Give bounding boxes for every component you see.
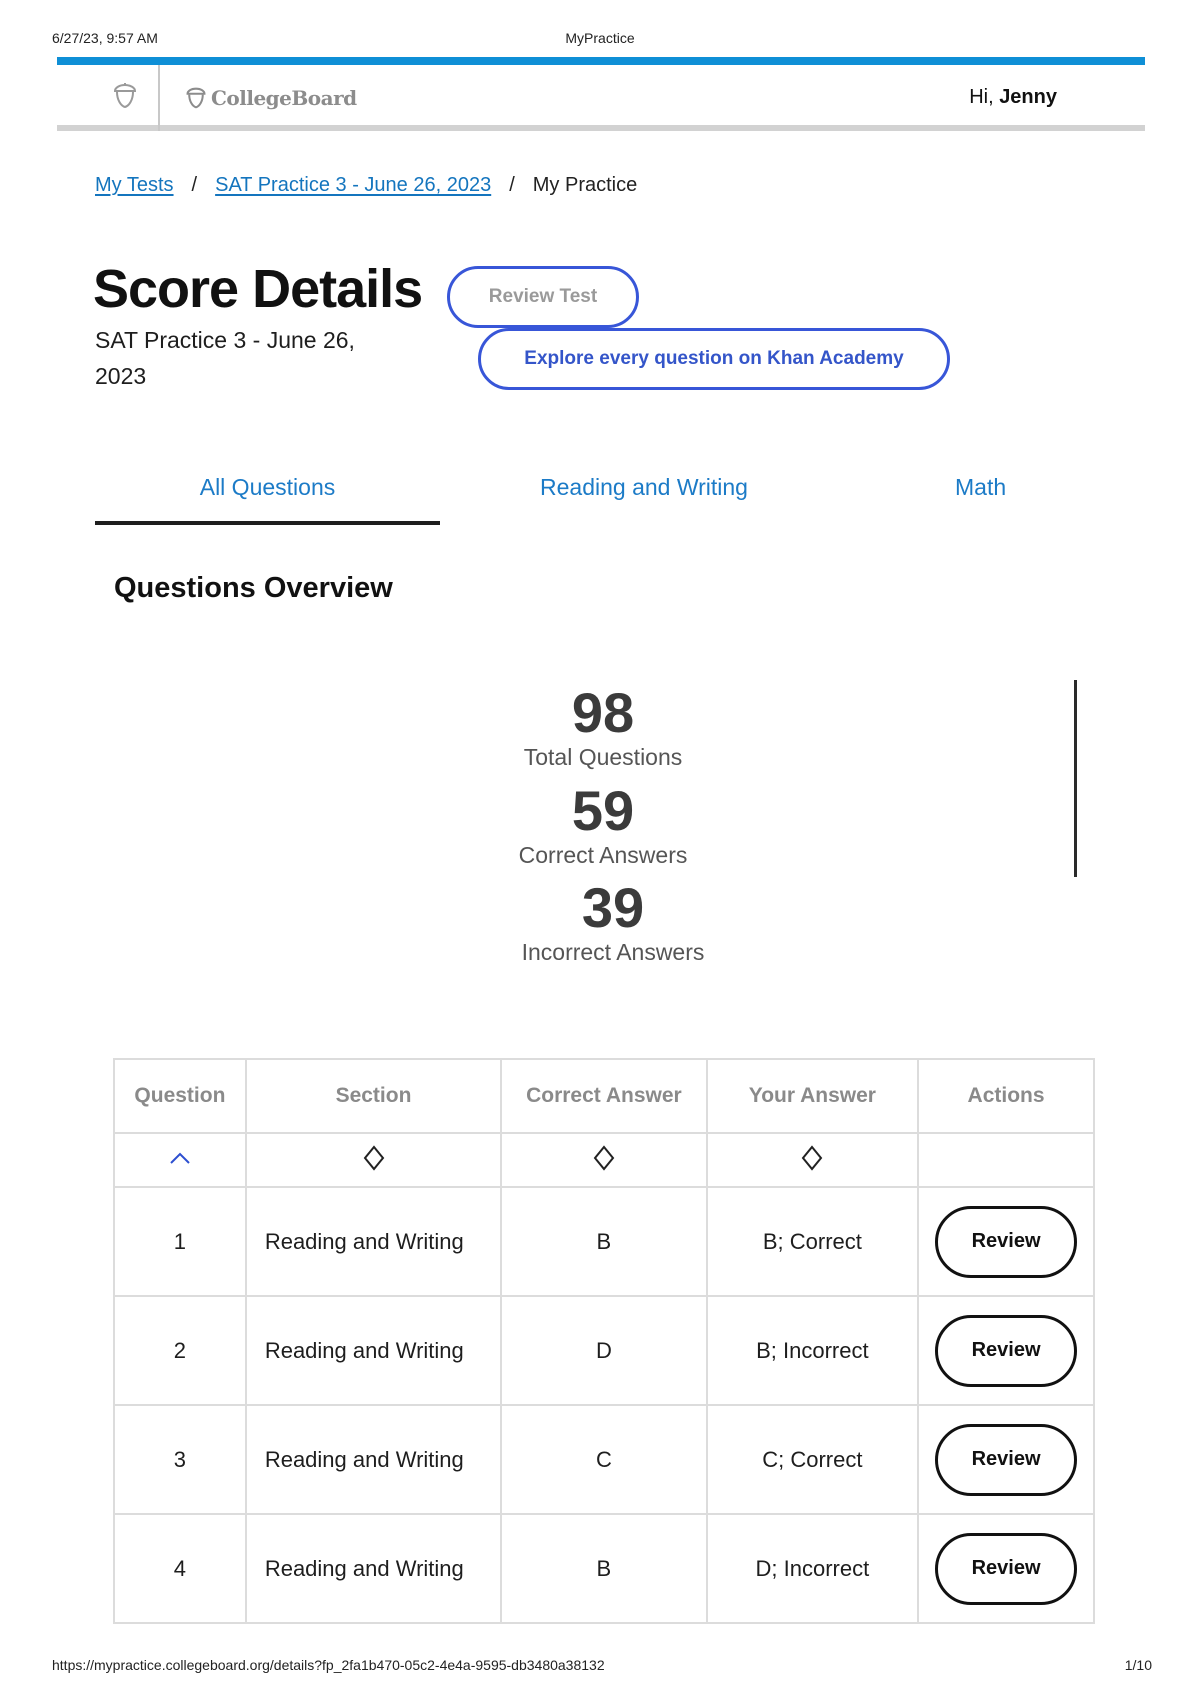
your-answer: B; Correct [705, 1186, 920, 1297]
stat-label: Correct Answers [518, 842, 688, 868]
column-header-section[interactable]: Section [244, 1058, 503, 1134]
actions-cell: Review [917, 1186, 1095, 1297]
questions-table: Question Section Correct Answer Your Ans… [113, 1058, 1095, 1624]
correct-answer: B [500, 1513, 708, 1624]
stat-value: 98 [571, 681, 635, 744]
stat-value: 39 [581, 876, 645, 939]
actions-cell: Review [917, 1513, 1095, 1624]
your-answer: B; Incorrect [705, 1295, 920, 1406]
question-section: Reading and Writing [244, 1295, 503, 1406]
breadcrumb-current: My Practice [532, 174, 638, 196]
question-section: Reading and Writing [244, 1186, 503, 1297]
khan-academy-button[interactable]: Explore every question on Khan Academy [478, 328, 950, 390]
sort-cell [500, 1132, 708, 1188]
sort-cell-empty [917, 1132, 1095, 1188]
collegeboard-logo[interactable]: CollegeBoard [185, 82, 357, 114]
sort-icon[interactable] [363, 1144, 385, 1176]
actions-cell: Review [917, 1404, 1095, 1515]
section-tabs: All Questions Reading and Writing Math [95, 474, 1125, 526]
page-subtitle: SAT Practice 3 - June 26, 2023 [95, 327, 355, 389]
sort-cell [244, 1132, 503, 1188]
acorn-icon [113, 83, 137, 109]
stat-incorrect-answers: 39 Incorrect Answers [463, 878, 763, 966]
question-section: Reading and Writing [244, 1404, 503, 1515]
table-header-row: Question Section Correct Answer Your Ans… [113, 1058, 1095, 1134]
column-header-your-answer[interactable]: Your Answer [705, 1058, 920, 1134]
user-greeting[interactable]: Hi, Jenny [969, 86, 1057, 109]
sort-ascending-icon[interactable] [169, 1151, 191, 1170]
print-page-title: MyPractice [565, 30, 635, 46]
stat-value: 59 [571, 779, 635, 842]
stat-label: Incorrect Answers [521, 939, 705, 965]
column-header-actions: Actions [917, 1058, 1095, 1134]
breadcrumb-separator: / [191, 174, 198, 196]
correct-answer: B [500, 1186, 708, 1297]
table-row: 4 Reading and Writing B D; Incorrect Rev… [113, 1513, 1095, 1624]
overview-divider [1074, 680, 1077, 877]
top-accent-bar [57, 57, 1145, 65]
stat-label: Total Questions [523, 744, 683, 770]
column-header-question[interactable]: Question [113, 1058, 247, 1134]
home-acorn-button[interactable] [95, 65, 160, 131]
correct-answer: C [500, 1404, 708, 1515]
review-button[interactable]: Review [935, 1423, 1078, 1496]
print-url: https://mypractice.collegeboard.org/deta… [52, 1657, 605, 1673]
print-page-number: 1/10 [1124, 1657, 1152, 1673]
review-button[interactable]: Review [935, 1314, 1078, 1387]
sort-controls-row [113, 1132, 1095, 1188]
stat-correct-answers: 59 Correct Answers [453, 781, 753, 869]
greeting-prefix: Hi, [969, 86, 1000, 108]
sort-cell [705, 1132, 920, 1188]
breadcrumb-test-name[interactable]: SAT Practice 3 - June 26, 2023 [215, 174, 491, 197]
tab-math[interactable]: Math [955, 474, 1006, 501]
acorn-logo-icon [186, 87, 206, 109]
column-header-correct-answer[interactable]: Correct Answer [500, 1058, 708, 1134]
sort-icon[interactable] [801, 1144, 823, 1176]
tab-reading-and-writing[interactable]: Reading and Writing [540, 474, 748, 501]
correct-answer: D [500, 1295, 708, 1406]
question-number: 1 [113, 1186, 247, 1297]
table-row: 2 Reading and Writing D B; Incorrect Rev… [113, 1295, 1095, 1406]
logo-text: CollegeBoard [211, 86, 357, 110]
sort-cell [113, 1132, 247, 1188]
question-section: Reading and Writing [244, 1513, 503, 1624]
question-number: 2 [113, 1295, 247, 1406]
review-button[interactable]: Review [935, 1532, 1078, 1605]
your-answer: D; Incorrect [705, 1513, 920, 1624]
question-number: 3 [113, 1404, 247, 1515]
selected-tab-indicator [95, 521, 440, 525]
user-name: Jenny [999, 86, 1057, 108]
actions-cell: Review [917, 1295, 1095, 1406]
site-header: CollegeBoard Hi, Jenny [57, 65, 1145, 131]
your-answer: C; Correct [705, 1404, 920, 1515]
breadcrumb: My Tests / SAT Practice 3 - June 26, 202… [95, 174, 637, 197]
breadcrumb-my-tests[interactable]: My Tests [95, 174, 174, 197]
review-test-button[interactable]: Review Test [447, 266, 639, 328]
question-number: 4 [113, 1513, 247, 1624]
page-title: Score Details [93, 259, 423, 319]
questions-overview-heading: Questions Overview [114, 572, 393, 604]
table-row: 3 Reading and Writing C C; Correct Revie… [113, 1404, 1095, 1515]
table-row: 1 Reading and Writing B B; Correct Revie… [113, 1186, 1095, 1297]
sort-icon[interactable] [593, 1144, 615, 1176]
breadcrumb-separator: / [509, 174, 515, 196]
tab-all-questions[interactable]: All Questions [95, 474, 440, 501]
review-button[interactable]: Review [935, 1205, 1078, 1278]
stat-total-questions: 98 Total Questions [453, 683, 753, 771]
